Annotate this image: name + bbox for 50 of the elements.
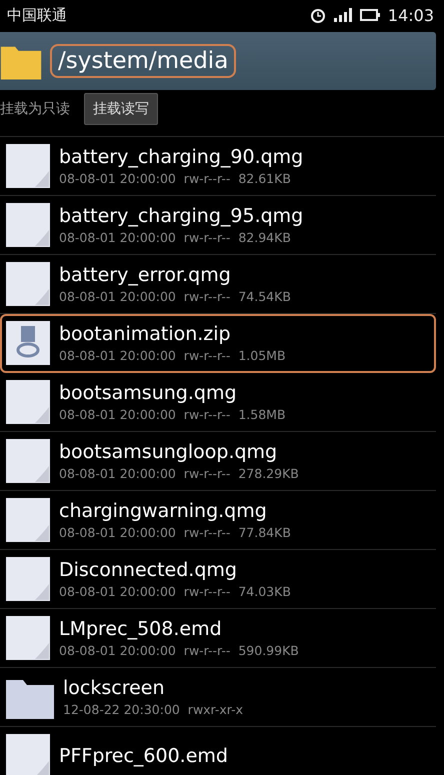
document-icon [5, 733, 51, 775]
carrier-name: 中国联通 [7, 6, 68, 24]
zip-icon [5, 320, 51, 366]
file-name: PFFprec_600.emd [59, 745, 228, 767]
file-name: Disconnected.qmg [59, 559, 238, 581]
file-row[interactable]: bootanimation.zip 08-08-01 20:00:00 rw-r--r-- 1.05MB [0, 314, 436, 373]
file-row[interactable]: battery_error.qmg 08-08-01 20:00:00 rw-r--r-- 74.54KB [0, 255, 436, 314]
signal-icon [334, 8, 352, 22]
alarm-icon [310, 7, 326, 23]
file-row[interactable]: PFFprec_600.emd [0, 727, 436, 775]
file-row[interactable]: LMprec_508.emd 08-08-01 20:00:00 rw-r--r-- 590.99KB [0, 609, 436, 668]
file-details: 08-08-01 20:00:00 rw-r--r-- 82.94KB [59, 230, 292, 245]
file-details: 08-08-01 20:00:00 rw-r--r-- 77.84KB [59, 525, 291, 540]
document-icon [5, 615, 51, 661]
document-icon [5, 143, 51, 189]
file-name: lockscreen [63, 677, 166, 699]
file-details: 08-08-01 20:00:00 rw-r--r-- 74.54KB [59, 289, 291, 304]
file-name: bootanimation.zip [59, 323, 232, 345]
document-icon [5, 379, 51, 425]
file-name: chargingwarning.qmg [59, 500, 268, 522]
file-row[interactable]: bootsamsung.qmg 08-08-01 20:00:00 rw-r--r-- 1.58MB [0, 373, 436, 432]
document-icon [5, 438, 51, 484]
path-text: /system/media [50, 44, 236, 78]
file-name: battery_charging_95.qmg [59, 205, 304, 227]
file-details: 12-08-22 20:30:00 rwxr-xr-x [63, 702, 244, 717]
file-details: 08-08-01 20:00:00 rw-r--r-- 278.29KB [59, 466, 299, 481]
clock: 14:03 [388, 6, 434, 24]
file-row[interactable]: lockscreen 12-08-22 20:30:00 rwxr-xr-x [0, 668, 436, 727]
mount-status: 挂载为只读 [0, 100, 70, 118]
file-name: bootsamsung.qmg [59, 382, 238, 404]
file-row[interactable]: battery_charging_95.qmg 08-08-01 20:00:00 rw-r--r-- 82.94KB [0, 196, 436, 255]
file-details: 08-08-01 20:00:00 rw-r--r-- 590.99KB [59, 643, 299, 658]
file-row[interactable]: Disconnected.qmg 08-08-01 20:00:00 rw-r--r-- 74.03KB [0, 550, 436, 609]
file-name: battery_charging_90.qmg [59, 146, 304, 168]
file-details: 08-08-01 20:00:00 rw-r--r-- 1.58MB [59, 407, 286, 422]
document-icon [5, 556, 51, 602]
file-row[interactable]: bootsamsungloop.qmg 08-08-01 20:00:00 rw-r--r-- 278.29KB [0, 432, 436, 491]
document-icon [5, 497, 51, 543]
file-row[interactable]: battery_charging_90.qmg 08-08-01 20:00:00 rw-r--r-- 82.61KB [0, 137, 436, 196]
file-details: 08-08-01 20:00:00 rw-r--r-- 1.05MB [59, 348, 286, 363]
file-details: 08-08-01 20:00:00 rw-r--r-- 74.03KB [59, 584, 291, 599]
mount-button[interactable]: 挂载读写 [84, 93, 158, 125]
file-name: bootsamsungloop.qmg [59, 441, 278, 463]
battery-icon [360, 9, 380, 21]
document-icon [5, 202, 51, 248]
file-details: 08-08-01 20:00:00 rw-r--r-- 82.61KB [59, 171, 292, 186]
document-icon [5, 261, 51, 307]
file-row[interactable]: chargingwarning.qmg 08-08-01 20:00:00 rw-r--r-- 77.84KB [0, 491, 436, 550]
file-name: battery_error.qmg [59, 264, 232, 286]
file-name: LMprec_508.emd [59, 618, 223, 640]
